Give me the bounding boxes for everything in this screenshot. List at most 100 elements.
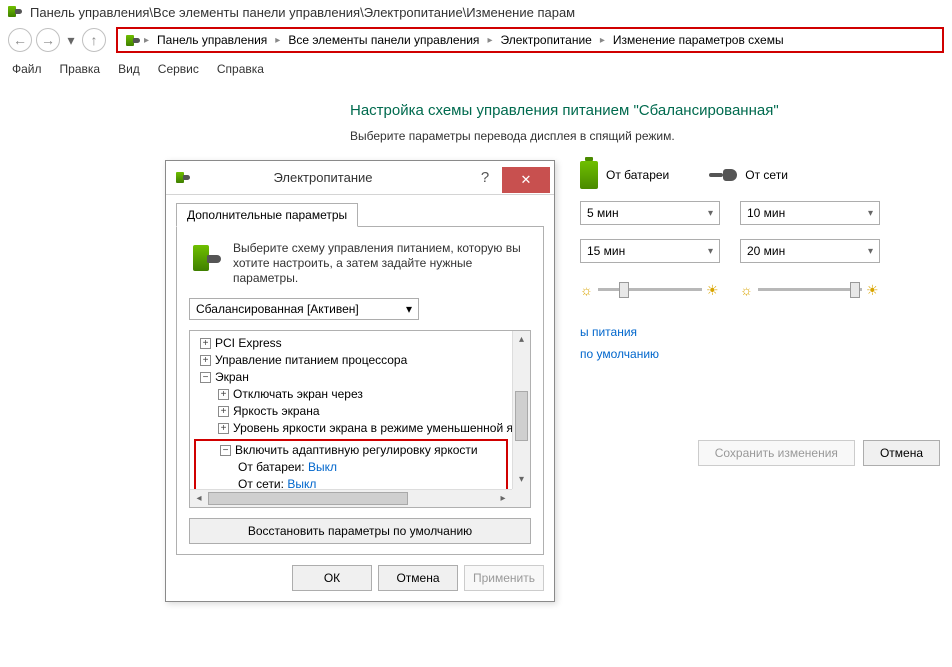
sleep-battery-dropdown[interactable]: 15 мин ▾ [580, 239, 720, 263]
menu-file[interactable]: Файл [10, 60, 44, 78]
breadcrumb-item[interactable]: Электропитание [496, 31, 595, 49]
breadcrumb-item[interactable]: Изменение параметров схемы [609, 31, 788, 49]
up-button[interactable]: ↑ [82, 28, 106, 52]
tab-advanced[interactable]: Дополнительные параметры [176, 203, 358, 227]
column-headers: От батареи От сети [580, 161, 952, 189]
power-icon [174, 169, 192, 187]
tree-node-adaptive-ac[interactable]: От сети: Выкл [196, 476, 506, 489]
battery-label: От батареи [606, 168, 669, 182]
expand-icon[interactable]: + [218, 423, 229, 434]
dialog-title: Электропитание [176, 170, 470, 185]
tree-node-adaptive-battery[interactable]: От батареи: Выкл [196, 459, 506, 476]
breadcrumb: ▸ Панель управления ▸ Все элементы панел… [116, 27, 944, 53]
dropdown-value: Сбалансированная [Активен] [196, 302, 359, 316]
tree-node-adaptive[interactable]: −Включить адаптивную регулировку яркости [196, 442, 506, 459]
back-button[interactable]: ← [8, 28, 32, 52]
sun-bright-icon: ☀ [706, 282, 720, 296]
breadcrumb-item[interactable]: Все элементы панели управления [284, 31, 483, 49]
tab-container: Дополнительные параметры Выберите схему … [176, 203, 544, 555]
sun-dim-icon: ☼ [580, 282, 594, 296]
dialog-description-text: Выберите схему управления питанием, кото… [233, 241, 531, 286]
restore-defaults-link[interactable]: по умолчанию [580, 343, 952, 365]
chevron-down-icon: ▾ [406, 302, 412, 316]
close-button[interactable]: ✕ [502, 167, 550, 193]
scrollbar-corner [512, 489, 530, 507]
expand-icon[interactable]: + [218, 406, 229, 417]
menu-help[interactable]: Справка [215, 60, 266, 78]
save-button: Сохранить изменения [698, 440, 855, 466]
expand-icon[interactable]: + [200, 355, 211, 366]
collapse-icon[interactable]: − [220, 445, 231, 456]
help-button[interactable]: ? [470, 165, 500, 191]
chevron-right-icon: ▸ [144, 35, 149, 46]
tree-node-cpu[interactable]: +Управление питанием процессора [194, 352, 508, 369]
tree-node-screen[interactable]: −Экран [194, 369, 508, 386]
battery-column-header: От батареи [580, 161, 669, 189]
breadcrumb-item[interactable]: Панель управления [153, 31, 271, 49]
cancel-button[interactable]: Отмена [863, 440, 940, 466]
scroll-right-icon[interactable]: ▸ [494, 490, 512, 507]
sun-bright-icon: ☀ [866, 282, 880, 296]
tree-node-pci[interactable]: +PCI Express [194, 335, 508, 352]
scrollbar-thumb[interactable] [515, 391, 528, 441]
tree-node-screen-off[interactable]: +Отключать экран через [194, 386, 508, 403]
brightness-ac-slider[interactable]: ☼ ☀ [740, 277, 880, 301]
expand-icon[interactable]: + [218, 389, 229, 400]
dropdown-value: 10 мин [747, 206, 785, 220]
power-icon [6, 3, 24, 21]
ac-column-header: От сети [709, 161, 788, 189]
value-link[interactable]: Выкл [308, 460, 337, 474]
sleep-ac-dropdown[interactable]: 20 мин ▾ [740, 239, 880, 263]
menu-bar: Файл Правка Вид Сервис Справка [0, 56, 952, 82]
scroll-left-icon[interactable]: ◂ [190, 490, 208, 507]
chevron-down-icon: ▾ [708, 208, 713, 219]
restore-defaults-button[interactable]: Восстановить параметры по умолчанию [189, 518, 531, 544]
slider-thumb[interactable] [619, 282, 629, 298]
battery-icon [580, 161, 598, 189]
tree-node-brightness-dim[interactable]: +Уровень яркости экрана в режиме уменьше… [194, 420, 508, 437]
cancel-button[interactable]: Отмена [378, 565, 458, 591]
highlighted-region: −Включить адаптивную регулировку яркости… [194, 439, 508, 489]
ok-button[interactable]: ОК [292, 565, 372, 591]
expand-icon[interactable]: + [200, 338, 211, 349]
horizontal-scrollbar[interactable]: ◂ ▸ [190, 489, 512, 507]
window-titlebar: Панель управления\Все элементы панели уп… [0, 0, 952, 24]
menu-service[interactable]: Сервис [156, 60, 201, 78]
window-title-text: Панель управления\Все элементы панели уп… [30, 5, 575, 20]
dropdown-value: 5 мин [587, 206, 619, 220]
scroll-up-icon[interactable]: ▴ [513, 331, 530, 349]
chevron-down-icon: ▾ [868, 246, 873, 257]
collapse-icon[interactable]: − [200, 372, 211, 383]
history-dropdown[interactable]: ▾ [64, 28, 78, 52]
power-settings-link[interactable]: ы питания [580, 321, 952, 343]
slider-thumb[interactable] [850, 282, 860, 298]
scrollbar-thumb[interactable] [208, 492, 408, 505]
dialog-buttons: ОК Отмена Применить [166, 555, 554, 601]
slider-track [758, 288, 862, 291]
display-off-ac-dropdown[interactable]: 10 мин ▾ [740, 201, 880, 225]
power-icon [124, 32, 140, 48]
vertical-scrollbar[interactable]: ▴ ▾ [512, 331, 530, 489]
forward-button[interactable]: → [36, 28, 60, 52]
ac-label: От сети [745, 168, 788, 182]
menu-edit[interactable]: Правка [58, 60, 103, 78]
power-scheme-dropdown[interactable]: Сбалансированная [Активен] ▾ [189, 298, 419, 320]
dialog-titlebar: Электропитание ? ✕ [166, 161, 554, 195]
dropdown-value: 15 мин [587, 244, 625, 258]
chevron-right-icon: ▸ [487, 35, 492, 46]
brightness-battery-slider[interactable]: ☼ ☀ [580, 277, 720, 301]
tree-node-brightness[interactable]: +Яркость экрана [194, 403, 508, 420]
menu-view[interactable]: Вид [116, 60, 142, 78]
links-area: ы питания по умолчанию [580, 321, 952, 365]
apply-button: Применить [464, 565, 544, 591]
display-off-battery-dropdown[interactable]: 5 мин ▾ [580, 201, 720, 225]
brightness-row: ☼ ☀ ☼ ☀ [580, 277, 952, 301]
slider-track [598, 288, 702, 291]
page-buttons: Сохранить изменения Отмена [698, 440, 940, 466]
settings-tree: +PCI Express +Управление питанием процес… [189, 330, 531, 508]
chevron-down-icon: ▾ [868, 208, 873, 219]
plug-icon [709, 167, 737, 183]
chevron-down-icon: ▾ [708, 246, 713, 257]
value-link[interactable]: Выкл [287, 477, 316, 489]
scroll-down-icon[interactable]: ▾ [513, 471, 530, 489]
